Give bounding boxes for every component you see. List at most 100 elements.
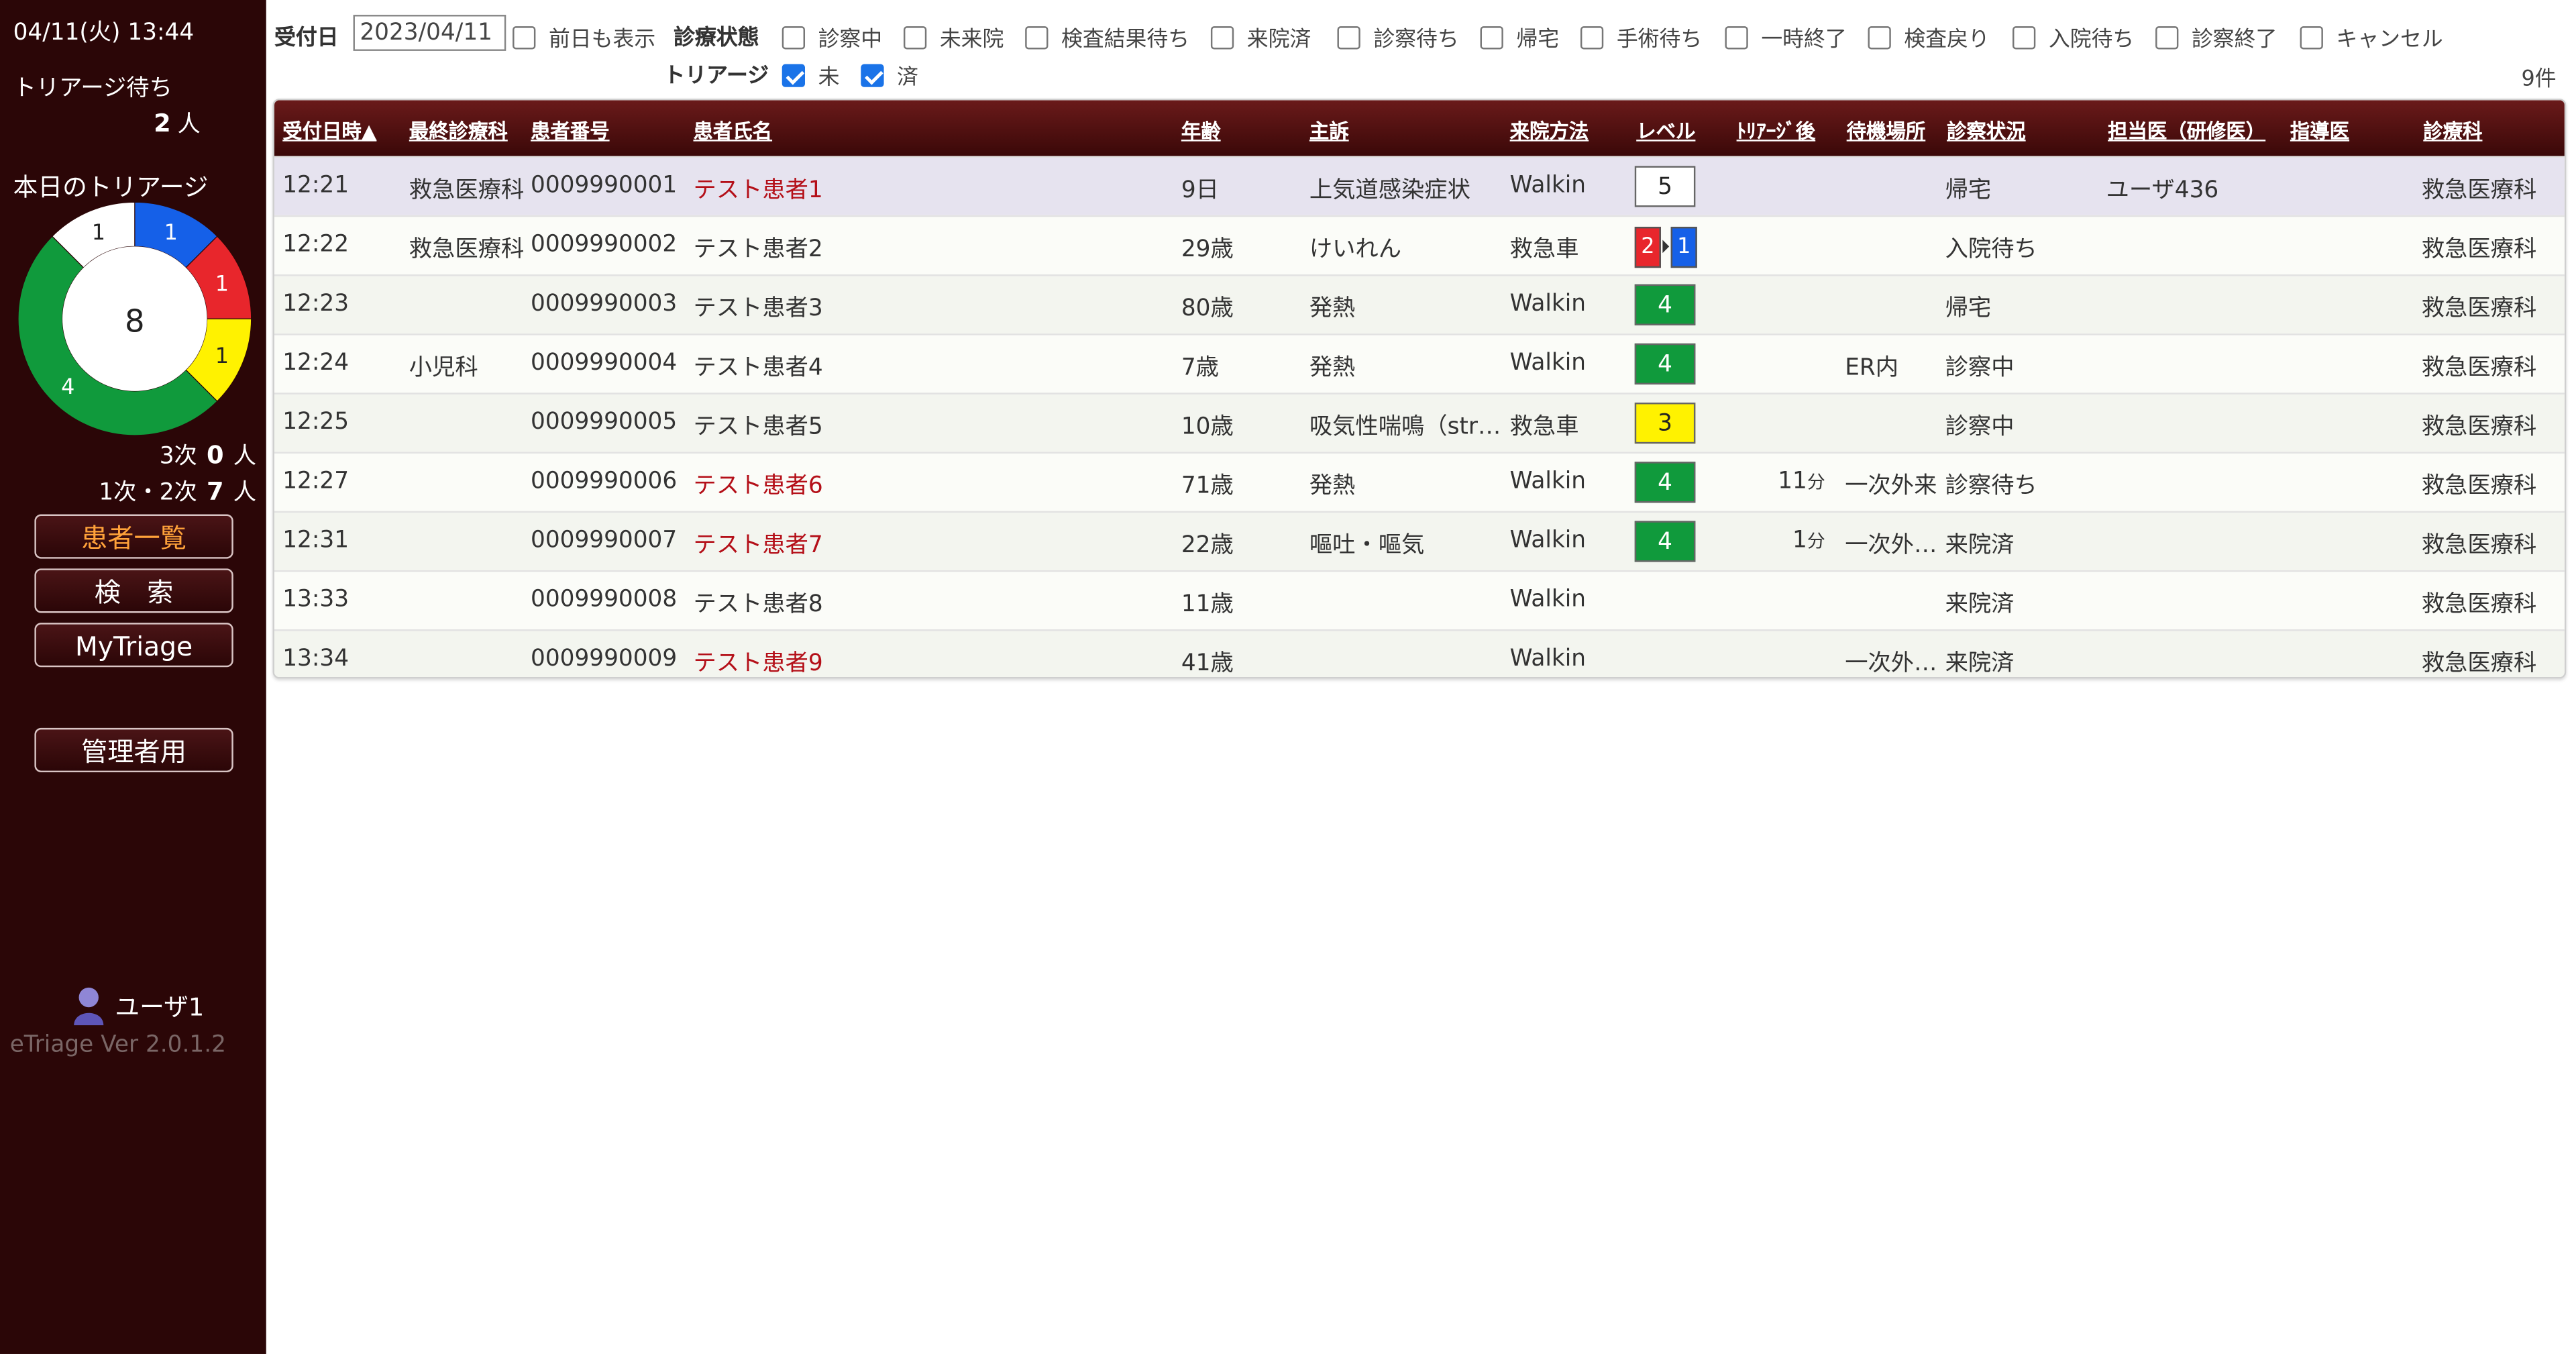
patient-id: 0009990009 bbox=[531, 645, 678, 672]
arrival-method: Walkin bbox=[1509, 350, 1587, 376]
patient-age: 71歳 bbox=[1181, 473, 1234, 500]
patient-name[interactable]: テスト患者3 bbox=[693, 291, 822, 323]
status-checkbox-11[interactable]: キャンセル bbox=[2300, 21, 2443, 53]
arrival-method: Walkin bbox=[1509, 586, 1587, 613]
tertiary-label: 3次 bbox=[159, 444, 197, 470]
patient-name[interactable]: テスト患者2 bbox=[693, 231, 822, 264]
column-header-3[interactable]: 患者氏名 bbox=[693, 117, 772, 145]
table-header: 受付日時▲ 最終診療科 患者番号 患者氏名 年齢 主訴 来院方法 レベル ﾄﾘｱｰｼﾞ後 待機場所… bbox=[274, 100, 2565, 156]
reception-time: 12:21 bbox=[282, 172, 350, 199]
column-header-12[interactable]: 指導医 bbox=[2290, 117, 2349, 145]
result-count: 9件 bbox=[2521, 67, 2557, 93]
status-checkbox-1[interactable]: 未来院 bbox=[903, 21, 1004, 52]
column-header-11[interactable]: 担当医（研修医） bbox=[2108, 117, 2265, 145]
chief-complaint: 発熱 bbox=[1309, 473, 1356, 500]
status-checkbox-8[interactable]: 検査戻り bbox=[1868, 21, 1990, 52]
column-header-13[interactable]: 診療科 bbox=[2423, 117, 2482, 145]
column-header-10[interactable]: 診察状況 bbox=[1947, 117, 2026, 145]
after-minutes: 1 bbox=[1792, 527, 1807, 554]
table-row[interactable]: 13:34 0009990009 テスト患者9 41歳 Walkin 一次外… 来院済 救急医… bbox=[274, 629, 2565, 677]
status-checkbox-6[interactable]: 手術待ち bbox=[1580, 21, 1702, 52]
last-department: 小児科 bbox=[409, 354, 478, 382]
status-box[interactable] bbox=[1725, 25, 1748, 49]
status-box[interactable] bbox=[2155, 25, 2179, 49]
status-label: キャンセル bbox=[2336, 28, 2443, 53]
patient-id: 0009990005 bbox=[531, 409, 678, 435]
visit-status: 診察中 bbox=[1945, 354, 2015, 382]
department: 救急医療科 bbox=[2421, 650, 2537, 677]
patient-list-button[interactable]: 患者一覧 bbox=[34, 514, 233, 559]
patient-name[interactable]: テスト患者7 bbox=[693, 527, 822, 560]
column-header-1[interactable]: 最終診療科 bbox=[409, 117, 508, 145]
minutes-after-triage: 11分 bbox=[1737, 468, 1825, 494]
table-row[interactable]: 12:23 0009990003 テスト患者3 80歳 発熱 Walkin 帰宅 救急医療科 4 bbox=[274, 274, 2565, 334]
column-header-2[interactable]: 患者番号 bbox=[531, 117, 610, 145]
donut-label-level-3: 1 bbox=[215, 343, 229, 368]
column-header-9[interactable]: 待機場所 bbox=[1847, 117, 1926, 145]
current-user[interactable]: ユーザ1 bbox=[72, 986, 205, 1026]
status-box[interactable] bbox=[2300, 25, 2323, 49]
status-box[interactable] bbox=[2012, 25, 2036, 49]
search-button[interactable]: 検 索 bbox=[34, 568, 233, 613]
status-box[interactable] bbox=[1868, 25, 1891, 49]
patient-name[interactable]: テスト患者8 bbox=[693, 586, 822, 619]
triage-level-badge: 3 bbox=[1634, 403, 1696, 444]
status-checkbox-2[interactable]: 検査結果待ち bbox=[1025, 21, 1189, 52]
status-checkbox-10[interactable]: 診察終了 bbox=[2155, 21, 2277, 52]
triage-done-box[interactable] bbox=[861, 63, 884, 87]
status-filter-label: 診療状態 bbox=[674, 26, 759, 51]
admin-button[interactable]: 管理者用 bbox=[34, 727, 233, 773]
status-box[interactable] bbox=[1580, 25, 1604, 49]
status-box[interactable] bbox=[1210, 25, 1234, 49]
status-checkbox-4[interactable]: 診察待ち bbox=[1337, 21, 1459, 52]
table-row[interactable]: 12:22 救急医療科 0009990002 テスト患者2 29歳 けいれん 救急車 入院待ち… bbox=[274, 215, 2565, 274]
status-box[interactable] bbox=[1337, 25, 1360, 49]
status-box[interactable] bbox=[1480, 25, 1503, 49]
prev-day-checkbox[interactable]: 前日も表示 bbox=[513, 21, 655, 52]
status-box[interactable] bbox=[903, 25, 927, 49]
patient-name[interactable]: テスト患者9 bbox=[693, 645, 822, 677]
status-checkbox-7[interactable]: 一時終了 bbox=[1725, 21, 1847, 52]
status-checkbox-5[interactable]: 帰宅 bbox=[1480, 21, 1559, 52]
status-checkbox-0[interactable]: 診察中 bbox=[782, 21, 883, 53]
status-label: 診察中 bbox=[818, 28, 883, 53]
status-box[interactable] bbox=[782, 25, 806, 49]
column-header-0[interactable]: 受付日時▲ bbox=[282, 117, 376, 145]
column-header-5[interactable]: 主訴 bbox=[1309, 117, 1349, 145]
table-row[interactable]: 12:25 0009990005 テスト患者5 10歳 吸気性喘鳴（str… 救急車 診察中… bbox=[274, 393, 2565, 452]
column-header-4[interactable]: 年齢 bbox=[1181, 117, 1221, 145]
mytriage-button[interactable]: MyTriage bbox=[34, 623, 233, 668]
prev-day-box[interactable] bbox=[513, 25, 536, 49]
table-row[interactable]: 12:27 0009990006 テスト患者6 71歳 発熱 Walkin 一次外来 診察待ち… bbox=[274, 452, 2565, 511]
table-row[interactable]: 12:21 救急医療科 0009990001 テスト患者1 9日 上気道感染症状 Walki… bbox=[274, 156, 2565, 215]
table-row[interactable]: 12:31 0009990007 テスト患者7 22歳 嘔吐・嘔気 Walkin 一次外… 来… bbox=[274, 511, 2565, 570]
column-header-8[interactable]: ﾄﾘｱｰｼﾞ後 bbox=[1737, 117, 1816, 145]
triage-pending-checkbox[interactable]: 未 bbox=[782, 59, 839, 91]
patient-age: 22歳 bbox=[1181, 532, 1234, 559]
column-header-7[interactable]: レベル bbox=[1636, 117, 1695, 145]
table-row[interactable]: 12:24 小児科 0009990004 テスト患者4 7歳 発熱 Walkin ER内 診察中… bbox=[274, 333, 2565, 393]
patient-name[interactable]: テスト患者5 bbox=[693, 409, 822, 442]
triage-done-checkbox[interactable]: 済 bbox=[861, 59, 918, 91]
reception-date-label: 受付日 bbox=[274, 26, 339, 51]
triage-pending-box[interactable] bbox=[782, 63, 806, 87]
column-header-6[interactable]: 来院方法 bbox=[1510, 117, 1589, 145]
department: 救急医療科 bbox=[2421, 177, 2537, 204]
status-box[interactable] bbox=[1025, 25, 1049, 49]
after-unit: 分 bbox=[1807, 471, 1825, 493]
status-checkbox-9[interactable]: 入院待ち bbox=[2012, 21, 2134, 52]
patient-name[interactable]: テスト患者6 bbox=[693, 468, 822, 501]
donut-total: 8 bbox=[125, 303, 145, 340]
triage-donut-chart: 8 1 1 1 4 1 bbox=[17, 201, 252, 436]
triage-done-label: 済 bbox=[897, 65, 919, 91]
table-row[interactable]: 13:33 0009990008 テスト患者8 11歳 Walkin 来院済 救急医療科 bbox=[274, 570, 2565, 629]
minutes-after-triage: 1分 bbox=[1737, 527, 1825, 554]
reception-date-input[interactable]: 2023/04/11 bbox=[353, 15, 506, 51]
triage-level-badge: 4 bbox=[1634, 343, 1696, 385]
after-minutes: 11 bbox=[1778, 468, 1807, 495]
donut-label-level-2: 1 bbox=[215, 270, 229, 296]
status-checkbox-3[interactable]: 来院済 bbox=[1210, 21, 1311, 52]
patient-name[interactable]: テスト患者1 bbox=[693, 172, 822, 205]
patient-name[interactable]: テスト患者4 bbox=[693, 350, 822, 383]
user-name: ユーザ1 bbox=[115, 991, 205, 1022]
